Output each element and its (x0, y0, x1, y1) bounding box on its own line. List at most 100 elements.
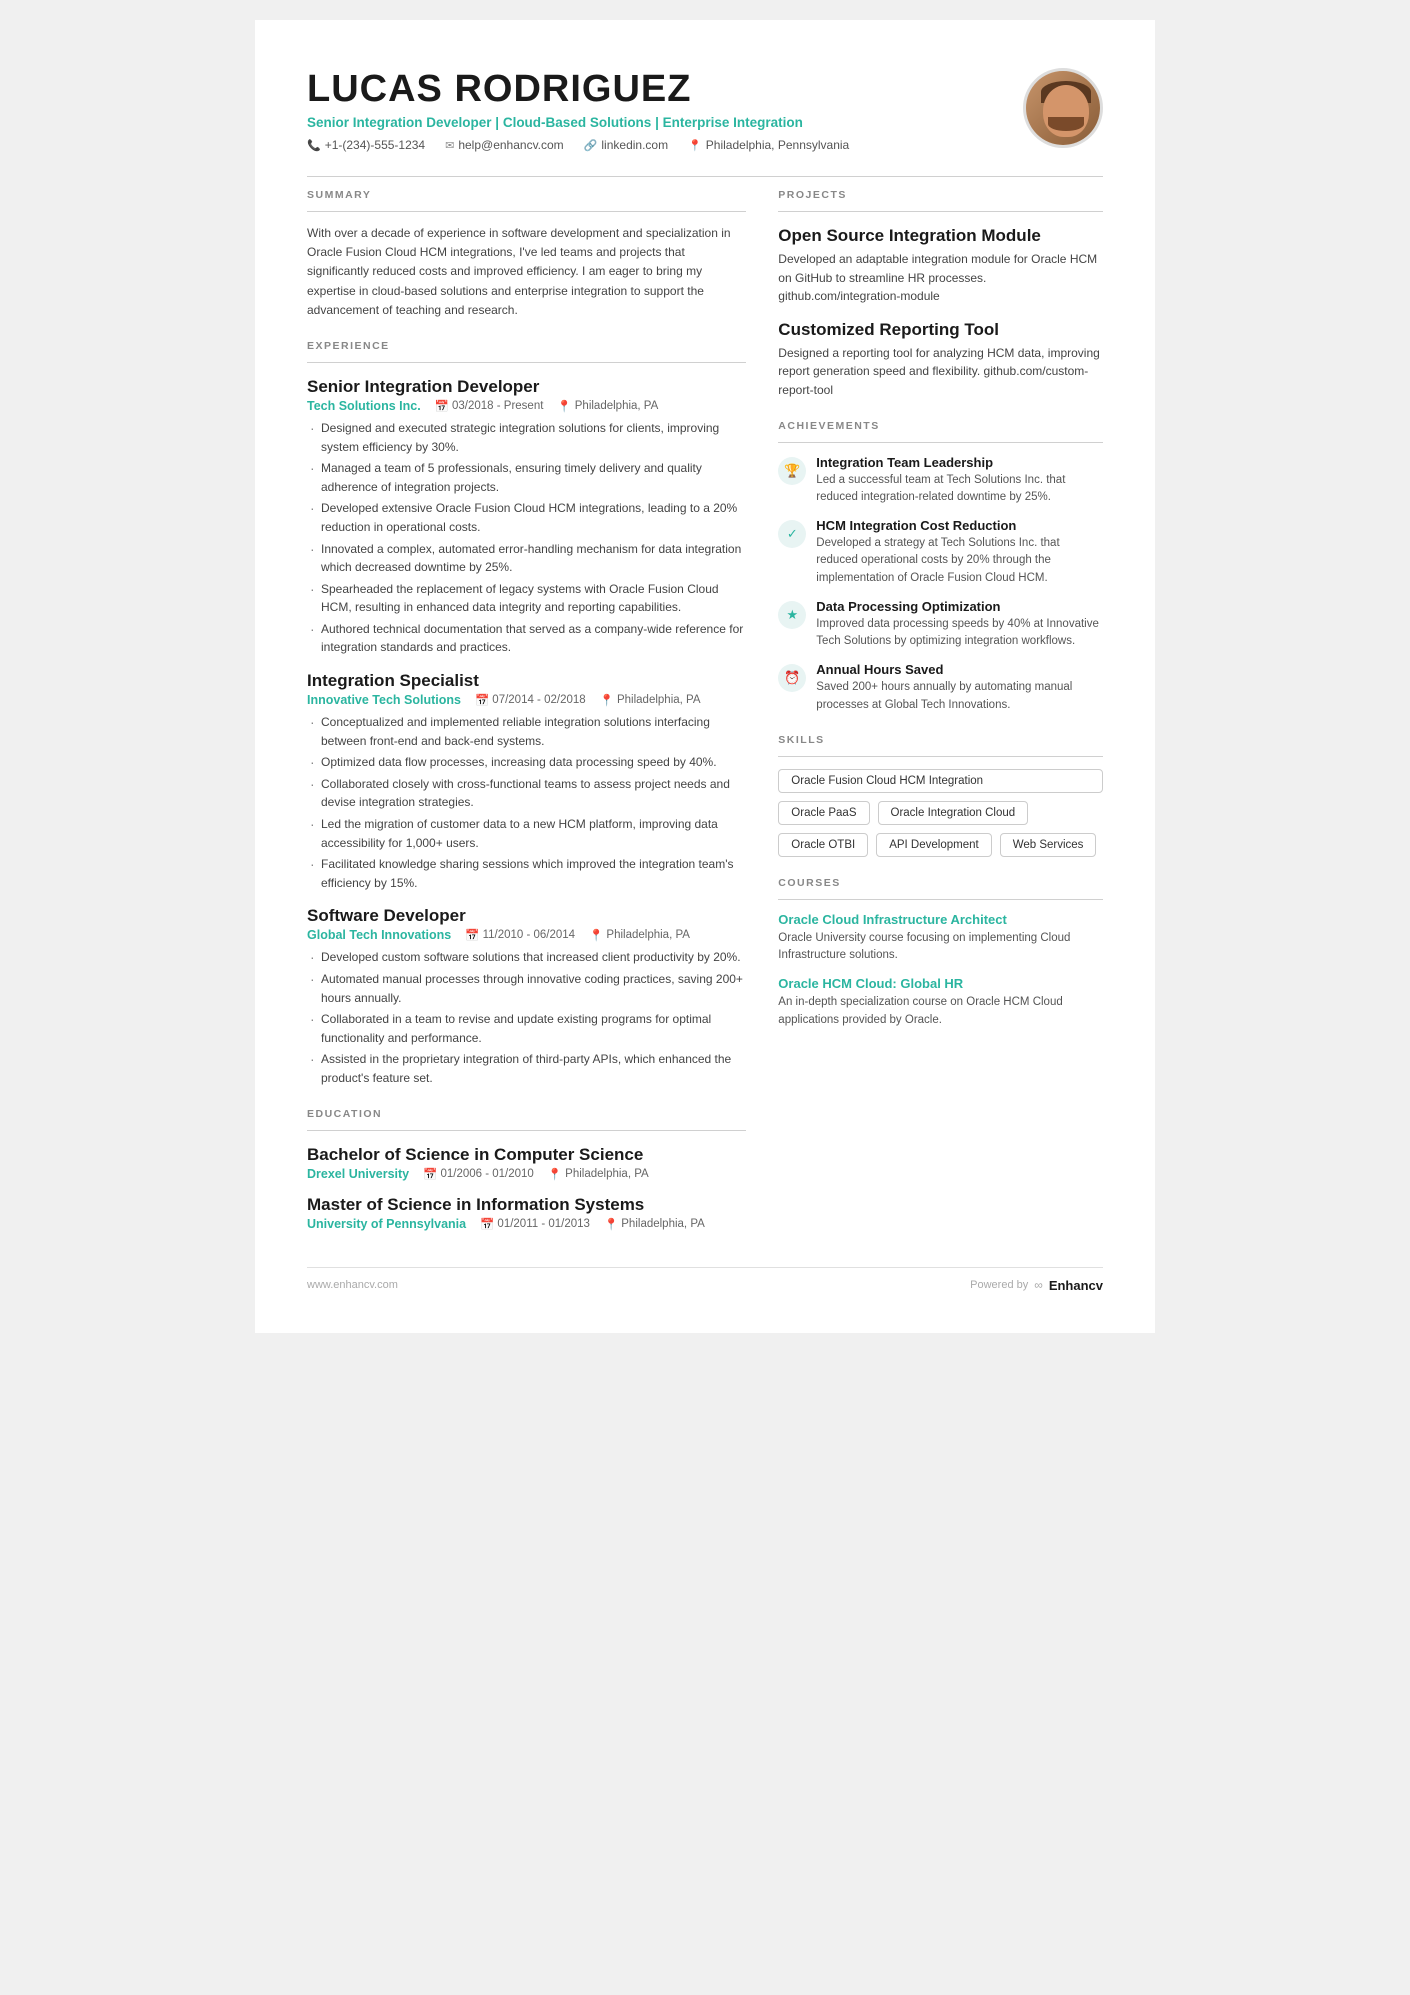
bullet-0-4: Spearheaded the replacement of legacy sy… (307, 580, 746, 617)
calendar-icon-1: 📅 (475, 693, 489, 707)
heart-icon: ∞ (1034, 1278, 1043, 1292)
linkedin-icon: 🔗 (584, 139, 598, 152)
location-icon: 📍 (688, 139, 702, 152)
bullet-1-0: Conceptualized and implemented reliable … (307, 713, 746, 750)
degree-1: Master of Science in Information Systems (307, 1195, 746, 1215)
job-company-1: Innovative Tech Solutions (307, 693, 461, 707)
achievement-desc-0: Led a successful team at Tech Solutions … (816, 472, 1103, 507)
job-location-0: 📍 Philadelphia, PA (557, 399, 658, 413)
achievements-label: ACHIEVEMENTS (778, 420, 1103, 432)
achievement-icon-3: ⏰ (778, 664, 806, 692)
edu-location-1: 📍 Philadelphia, PA (604, 1217, 705, 1231)
resume-page: LUCAS RODRIGUEZ Senior Integration Devel… (255, 20, 1155, 1333)
bullet-0-5: Authored technical documentation that se… (307, 620, 746, 657)
bullet-1-2: Collaborated closely with cross-function… (307, 775, 746, 812)
job-location-2: 📍 Philadelphia, PA (589, 928, 690, 942)
bullet-1-1: Optimized data flow processes, increasin… (307, 753, 746, 772)
job-title-1: Integration Specialist (307, 671, 746, 691)
left-column: SUMMARY With over a decade of experience… (307, 189, 746, 1237)
bullet-1-3: Led the migration of customer data to a … (307, 815, 746, 852)
job-dates-0: 📅 03/2018 - Present (435, 399, 544, 413)
skill-2: Oracle Integration Cloud (878, 801, 1029, 825)
powered-by-text: Powered by (970, 1279, 1028, 1291)
bullet-1-4: Facilitated knowledge sharing sessions w… (307, 855, 746, 892)
pin-icon-edu-1: 📍 (604, 1217, 618, 1231)
achievement-icon-0: 🏆 (778, 457, 806, 485)
skill-5: Web Services (1000, 833, 1097, 857)
skill-1: Oracle PaaS (778, 801, 869, 825)
achievement-content-2: Data Processing Optimization Improved da… (816, 599, 1103, 651)
job-location-1: 📍 Philadelphia, PA (600, 693, 701, 707)
right-column: PROJECTS Open Source Integration Module … (778, 189, 1103, 1237)
skills-divider (778, 756, 1103, 757)
projects-divider (778, 211, 1103, 212)
projects-label: PROJECTS (778, 189, 1103, 201)
degree-0: Bachelor of Science in Computer Science (307, 1145, 746, 1165)
bullet-2-2: Collaborated in a team to revise and upd… (307, 1010, 746, 1047)
bullet-0-0: Designed and executed strategic integrat… (307, 419, 746, 456)
pin-icon-0: 📍 (557, 399, 571, 413)
education-label: EDUCATION (307, 1108, 746, 1120)
courses-divider (778, 899, 1103, 900)
job-meta-1: Innovative Tech Solutions 📅 07/2014 - 02… (307, 693, 746, 707)
phone-value: +1-(234)-555-1234 (325, 138, 425, 152)
phone-contact: 📞 +1-(234)-555-1234 (307, 138, 425, 152)
project-title-1: Customized Reporting Tool (778, 320, 1103, 340)
achievement-desc-2: Improved data processing speeds by 40% a… (816, 616, 1103, 651)
bullet-0-1: Managed a team of 5 professionals, ensur… (307, 459, 746, 496)
avatar-image (1026, 71, 1100, 145)
skill-4: API Development (876, 833, 992, 857)
course-desc-0: Oracle University course focusing on imp… (778, 930, 1103, 965)
summary-text: With over a decade of experience in soft… (307, 224, 746, 320)
bullet-2-3: Assisted in the proprietary integration … (307, 1050, 746, 1087)
summary-divider (307, 211, 746, 212)
avatar (1023, 68, 1103, 148)
achievement-desc-3: Saved 200+ hours annually by automating … (816, 679, 1103, 714)
body-columns: SUMMARY With over a decade of experience… (307, 189, 1103, 1237)
experience-label: EXPERIENCE (307, 340, 746, 352)
brand-name: Enhancv (1049, 1278, 1103, 1293)
footer-website: www.enhancv.com (307, 1279, 398, 1291)
bullet-0-3: Innovated a complex, automated error-han… (307, 540, 746, 577)
skill-0: Oracle Fusion Cloud HCM Integration (778, 769, 1103, 793)
linkedin-value: linkedin.com (601, 138, 668, 152)
skill-3: Oracle OTBI (778, 833, 868, 857)
courses-label: COURSES (778, 877, 1103, 889)
job-bullets-0: Designed and executed strategic integrat… (307, 419, 746, 657)
edu-meta-1: University of Pennsylvania 📅 01/2011 - 0… (307, 1217, 746, 1231)
bullet-0-2: Developed extensive Oracle Fusion Cloud … (307, 499, 746, 536)
achievement-3: ⏰ Annual Hours Saved Saved 200+ hours an… (778, 662, 1103, 714)
job-dates-2: 📅 11/2010 - 06/2014 (465, 928, 575, 942)
project-desc-0: Developed an adaptable integration modul… (778, 250, 1103, 306)
email-icon: ✉ (445, 139, 454, 152)
location-value: Philadelphia, Pennsylvania (706, 138, 849, 152)
candidate-name: LUCAS RODRIGUEZ (307, 68, 849, 111)
edu-dates-0: 📅 01/2006 - 01/2010 (423, 1167, 534, 1181)
email-value: help@enhancv.com (458, 138, 563, 152)
job-meta-2: Global Tech Innovations 📅 11/2010 - 06/2… (307, 928, 746, 942)
achievements-divider (778, 442, 1103, 443)
achievement-desc-1: Developed a strategy at Tech Solutions I… (816, 535, 1103, 587)
candidate-title: Senior Integration Developer | Cloud-Bas… (307, 115, 849, 130)
achievement-title-3: Annual Hours Saved (816, 662, 1103, 677)
linkedin-contact: 🔗 linkedin.com (584, 138, 668, 152)
course-title-1: Oracle HCM Cloud: Global HR (778, 976, 1103, 991)
project-desc-1: Designed a reporting tool for analyzing … (778, 344, 1103, 400)
bullet-2-1: Automated manual processes through innov… (307, 970, 746, 1007)
job-bullets-1: Conceptualized and implemented reliable … (307, 713, 746, 892)
calendar-icon-0: 📅 (435, 399, 449, 413)
pin-icon-2: 📍 (589, 928, 603, 942)
pin-icon-1: 📍 (600, 693, 614, 707)
skills-label: SKILLS (778, 734, 1103, 746)
header-divider (307, 176, 1103, 177)
edu-location-0: 📍 Philadelphia, PA (548, 1167, 649, 1181)
achievement-content-1: HCM Integration Cost Reduction Developed… (816, 518, 1103, 587)
achievement-0: 🏆 Integration Team Leadership Led a succ… (778, 455, 1103, 507)
header: LUCAS RODRIGUEZ Senior Integration Devel… (307, 68, 1103, 152)
achievement-content-0: Integration Team Leadership Led a succes… (816, 455, 1103, 507)
school-0: Drexel University (307, 1167, 409, 1181)
header-left: LUCAS RODRIGUEZ Senior Integration Devel… (307, 68, 849, 152)
achievement-content-3: Annual Hours Saved Saved 200+ hours annu… (816, 662, 1103, 714)
footer: www.enhancv.com Powered by ∞ Enhancv (307, 1267, 1103, 1293)
footer-brand: Powered by ∞ Enhancv (970, 1278, 1103, 1293)
